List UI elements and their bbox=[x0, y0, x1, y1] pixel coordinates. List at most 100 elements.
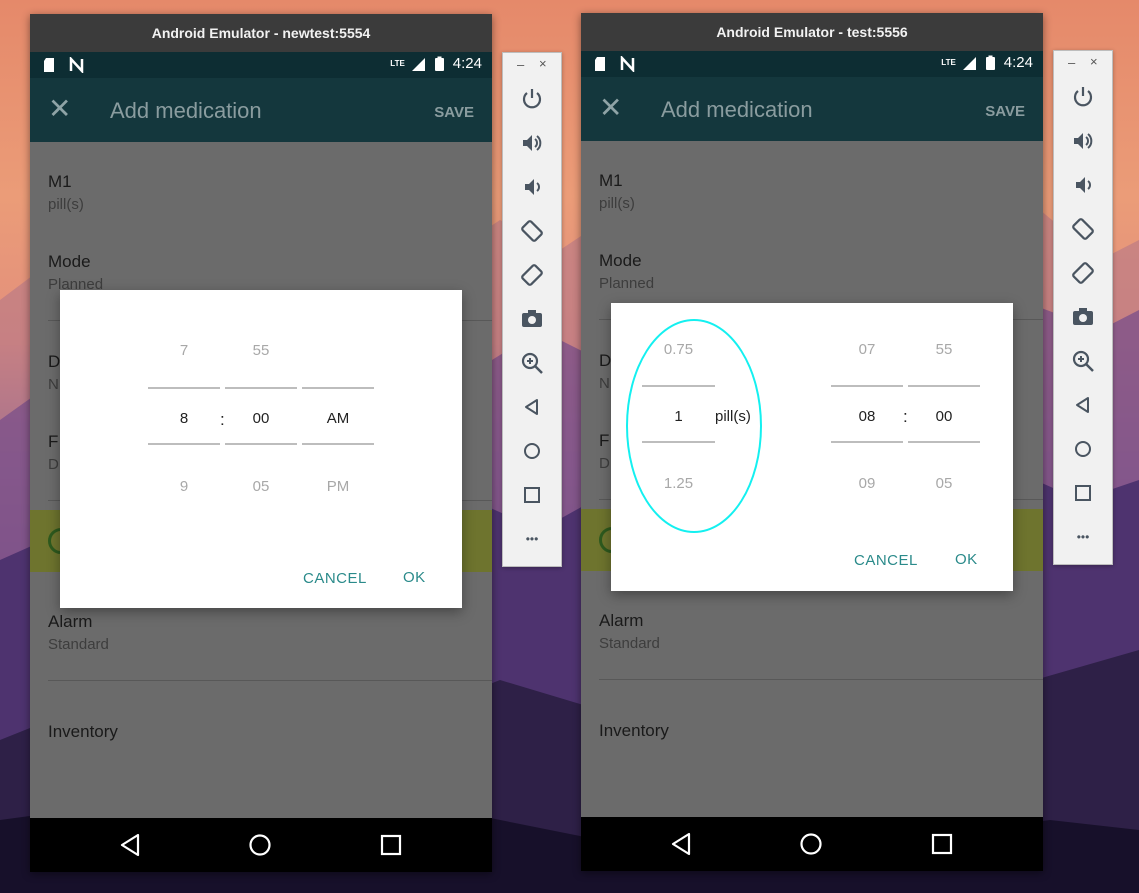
medication-name-row[interactable]: M1 pill(s) bbox=[599, 171, 1043, 212]
status-time: 4:24 bbox=[452, 55, 482, 72]
home-icon[interactable] bbox=[247, 832, 273, 858]
hour-current[interactable]: 08 bbox=[831, 408, 903, 425]
dose-current[interactable]: 1 bbox=[642, 408, 715, 425]
alarm-value: Standard bbox=[599, 635, 660, 652]
picker-line bbox=[831, 441, 903, 443]
minute-next[interactable]: 05 bbox=[225, 478, 297, 495]
alarm-row[interactable]: Alarm Standard bbox=[48, 612, 492, 653]
picker-line bbox=[302, 443, 374, 445]
medication-name-row[interactable]: M1 pill(s) bbox=[48, 172, 492, 213]
hour-next[interactable]: 9 bbox=[148, 478, 220, 495]
minute-picker[interactable]: 55 00 05 bbox=[225, 330, 297, 495]
battery-icon bbox=[434, 56, 444, 71]
hour-prev[interactable]: 07 bbox=[831, 341, 903, 358]
close-icon[interactable]: ✕ bbox=[48, 95, 71, 123]
cancel-button[interactable]: CANCEL bbox=[854, 552, 918, 569]
back-icon[interactable] bbox=[118, 832, 144, 858]
back-icon[interactable] bbox=[520, 395, 544, 419]
home-icon[interactable] bbox=[1071, 437, 1095, 461]
camera-icon[interactable] bbox=[1071, 305, 1095, 329]
close-window-button[interactable]: × bbox=[539, 56, 547, 71]
dose-unit-label: pill(s) bbox=[715, 408, 751, 425]
minute-next[interactable]: 05 bbox=[908, 475, 980, 492]
medication-name: M1 bbox=[599, 171, 623, 190]
minimize-button[interactable]: – bbox=[517, 57, 524, 72]
overview-icon[interactable] bbox=[929, 831, 955, 857]
power-icon[interactable] bbox=[520, 87, 544, 111]
inventory-row[interactable]: Inventory bbox=[48, 722, 492, 742]
home-icon[interactable] bbox=[798, 831, 824, 857]
ok-button[interactable]: OK bbox=[403, 569, 426, 586]
ampm-next[interactable]: PM bbox=[302, 478, 374, 495]
minute-current[interactable]: 00 bbox=[908, 408, 980, 425]
overview-icon[interactable] bbox=[1071, 481, 1095, 505]
back-icon[interactable] bbox=[1071, 393, 1095, 417]
rotate-right-icon[interactable] bbox=[1071, 261, 1095, 285]
alarm-row[interactable]: Alarm Standard bbox=[599, 611, 1043, 652]
status-bar: LTE 4:24 bbox=[581, 51, 1043, 77]
dose-next[interactable]: 1.25 bbox=[642, 475, 715, 492]
close-icon[interactable]: ✕ bbox=[599, 94, 622, 122]
back-icon[interactable] bbox=[669, 831, 695, 857]
dose-prev[interactable]: 0.75 bbox=[642, 341, 715, 358]
time-picker-dialog: 7 8 9 : 55 00 05 AM PM CANCEL OK bbox=[60, 290, 462, 608]
power-icon[interactable] bbox=[1071, 85, 1095, 109]
home-icon[interactable] bbox=[520, 439, 544, 463]
divider bbox=[599, 679, 1043, 680]
rotate-left-icon[interactable] bbox=[1071, 217, 1095, 241]
picker-line bbox=[225, 443, 297, 445]
ampm-picker[interactable]: AM PM bbox=[302, 330, 374, 495]
inventory-row[interactable]: Inventory bbox=[599, 721, 1043, 741]
minute-prev[interactable]: 55 bbox=[225, 342, 297, 359]
hour-next[interactable]: 09 bbox=[831, 475, 903, 492]
more-icon[interactable]: ••• bbox=[1071, 525, 1095, 549]
picker-line bbox=[831, 385, 903, 387]
rotate-right-icon[interactable] bbox=[520, 263, 544, 287]
inventory-title: Inventory bbox=[48, 722, 118, 741]
emulator-window-right: Android Emulator - test:5556 LTE 4:24 ✕ … bbox=[581, 13, 1043, 871]
cancel-button[interactable]: CANCEL bbox=[303, 570, 367, 587]
more-icon[interactable]: ••• bbox=[520, 527, 544, 551]
medication-unit: pill(s) bbox=[48, 196, 84, 213]
ok-button[interactable]: OK bbox=[955, 551, 978, 568]
minimize-button[interactable]: – bbox=[1068, 55, 1075, 70]
emulator-control-panel-left: – × ••• bbox=[502, 52, 562, 567]
zoom-icon[interactable] bbox=[1071, 349, 1095, 373]
mode-title: Mode bbox=[599, 251, 642, 270]
picker-line bbox=[148, 387, 220, 389]
lte-label: LTE bbox=[941, 58, 956, 67]
volume-up-icon[interactable] bbox=[1071, 129, 1095, 153]
save-button[interactable]: SAVE bbox=[985, 103, 1025, 120]
overview-icon[interactable] bbox=[520, 483, 544, 507]
ampm-current[interactable]: AM bbox=[302, 410, 374, 427]
emulator-window-left: Android Emulator - newtest:5554 LTE 4:24… bbox=[30, 14, 492, 872]
camera-icon[interactable] bbox=[520, 307, 544, 331]
mode-row[interactable]: Mode Planned bbox=[599, 251, 1043, 292]
volume-down-icon[interactable] bbox=[520, 175, 544, 199]
volume-down-icon[interactable] bbox=[1071, 173, 1095, 197]
minute-current[interactable]: 00 bbox=[225, 410, 297, 427]
navigation-bar bbox=[581, 817, 1043, 871]
sd-card-icon bbox=[44, 58, 54, 72]
navigation-bar bbox=[30, 818, 492, 872]
picker-line bbox=[908, 385, 980, 387]
picker-line bbox=[302, 387, 374, 389]
zoom-icon[interactable] bbox=[520, 351, 544, 375]
dose-picker[interactable]: 0.75 1 1.25 bbox=[642, 333, 715, 493]
picker-line bbox=[148, 443, 220, 445]
save-button[interactable]: SAVE bbox=[434, 104, 474, 121]
mode-row[interactable]: Mode Planned bbox=[48, 252, 492, 293]
rotate-left-icon[interactable] bbox=[520, 219, 544, 243]
minute-prev[interactable]: 55 bbox=[908, 341, 980, 358]
minute-picker[interactable]: 55 00 05 bbox=[908, 333, 980, 493]
hour-picker[interactable]: 7 8 9 bbox=[148, 330, 220, 495]
picker-line bbox=[908, 441, 980, 443]
close-window-button[interactable]: × bbox=[1090, 54, 1098, 69]
overview-icon[interactable] bbox=[378, 832, 404, 858]
hour-current[interactable]: 8 bbox=[148, 410, 220, 427]
hour-picker[interactable]: 07 08 09 bbox=[831, 333, 903, 493]
volume-up-icon[interactable] bbox=[520, 131, 544, 155]
hour-prev[interactable]: 7 bbox=[148, 342, 220, 359]
divider bbox=[48, 680, 492, 681]
alarm-title: Alarm bbox=[48, 612, 93, 631]
